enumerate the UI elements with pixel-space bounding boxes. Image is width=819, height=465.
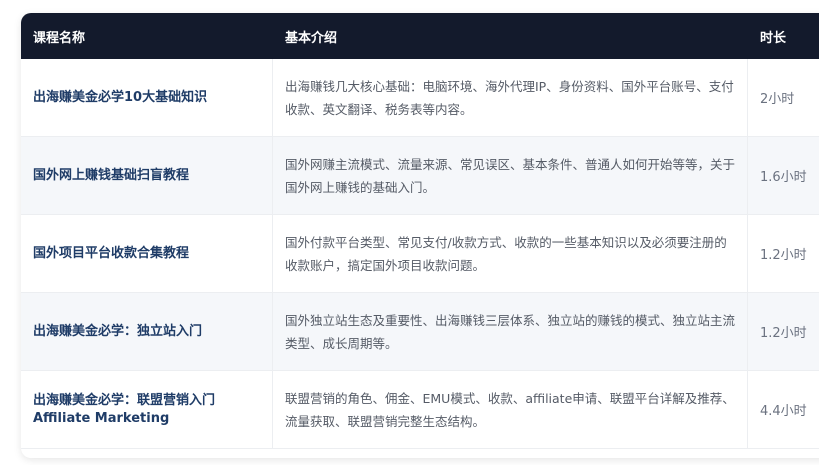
table-row: 出海赚美金必学：联盟营销入门 Affiliate Marketing 联盟营销的… <box>21 371 819 449</box>
course-name-text: 出海赚美金必学10大基础知识 <box>33 89 208 105</box>
course-duration: 2小时 <box>760 92 795 107</box>
course-description: 国外付款平台类型、常见支付/收款方式、收款的一些基本知识以及必须要注册的收款账户… <box>273 215 748 292</box>
header-course-name: 课程名称 <box>33 30 86 46</box>
course-description-text: 出海赚钱几大核心基础：电脑环境、海外代理IP、身份资料、国外平台账号、支付收款、… <box>285 78 734 117</box>
course-description-text: 联盟营销的角色、佣金、EMU模式、收款、affiliate申请、联盟平台详解及推… <box>285 390 735 429</box>
course-description-text: 国外付款平台类型、常见支付/收款方式、收款的一些基本知识以及必须要注册的收款账户… <box>285 234 727 273</box>
course-name: 出海赚美金必学：独立站入门 <box>21 293 273 370</box>
course-name: 国外项目平台收款合集教程 <box>21 215 273 292</box>
course-name-text: 国外项目平台收款合集教程 <box>33 245 190 261</box>
course-description-text: 国外网赚主流模式、流量来源、常见误区、基本条件、普通人如何开始等等，关于国外网上… <box>285 156 736 195</box>
course-description: 国外独立站生态及重要性、出海赚钱三层体系、独立站的赚钱的模式、独立站主流类型、成… <box>273 293 748 370</box>
course-duration: 1.6小时 <box>760 170 807 185</box>
course-name-text: 出海赚美金必学：独立站入门 <box>33 323 203 339</box>
course-name-text: 国外网上赚钱基础扫盲教程 <box>33 167 190 183</box>
course-duration: 1.2小时 <box>760 326 807 341</box>
page: 课程名称 基本介绍 时长 出海赚美金必学10大基础知识 出海赚钱几大核心基础：电… <box>0 0 819 465</box>
course-name: 出海赚美金必学10大基础知识 <box>21 59 273 136</box>
course-duration: 4.4小时 <box>760 404 807 419</box>
course-table: 课程名称 基本介绍 时长 出海赚美金必学10大基础知识 出海赚钱几大核心基础：电… <box>21 13 819 458</box>
course-name-text: 出海赚美金必学：联盟营销入门 Affiliate Marketing <box>33 392 216 426</box>
course-description: 联盟营销的角色、佣金、EMU模式、收款、affiliate申请、联盟平台详解及推… <box>273 371 748 448</box>
header-description: 基本介绍 <box>285 30 338 46</box>
course-name: 出海赚美金必学：联盟营销入门 Affiliate Marketing <box>21 371 273 448</box>
course-name: 国外网上赚钱基础扫盲教程 <box>21 137 273 214</box>
course-duration: 1.2小时 <box>760 248 807 263</box>
table-header: 课程名称 基本介绍 时长 <box>21 13 819 59</box>
header-duration: 时长 <box>760 30 787 46</box>
course-description: 出海赚钱几大核心基础：电脑环境、海外代理IP、身份资料、国外平台账号、支付收款、… <box>273 59 748 136</box>
table-row: 出海赚美金必学：独立站入门 国外独立站生态及重要性、出海赚钱三层体系、独立站的赚… <box>21 293 819 371</box>
course-description-text: 国外独立站生态及重要性、出海赚钱三层体系、独立站的赚钱的模式、独立站主流类型、成… <box>285 312 736 351</box>
table-body: 出海赚美金必学10大基础知识 出海赚钱几大核心基础：电脑环境、海外代理IP、身份… <box>21 59 819 449</box>
table-row: 国外网上赚钱基础扫盲教程 国外网赚主流模式、流量来源、常见误区、基本条件、普通人… <box>21 137 819 215</box>
course-description: 国外网赚主流模式、流量来源、常见误区、基本条件、普通人如何开始等等，关于国外网上… <box>273 137 748 214</box>
table-row: 国外项目平台收款合集教程 国外付款平台类型、常见支付/收款方式、收款的一些基本知… <box>21 215 819 293</box>
table-row: 出海赚美金必学10大基础知识 出海赚钱几大核心基础：电脑环境、海外代理IP、身份… <box>21 59 819 137</box>
